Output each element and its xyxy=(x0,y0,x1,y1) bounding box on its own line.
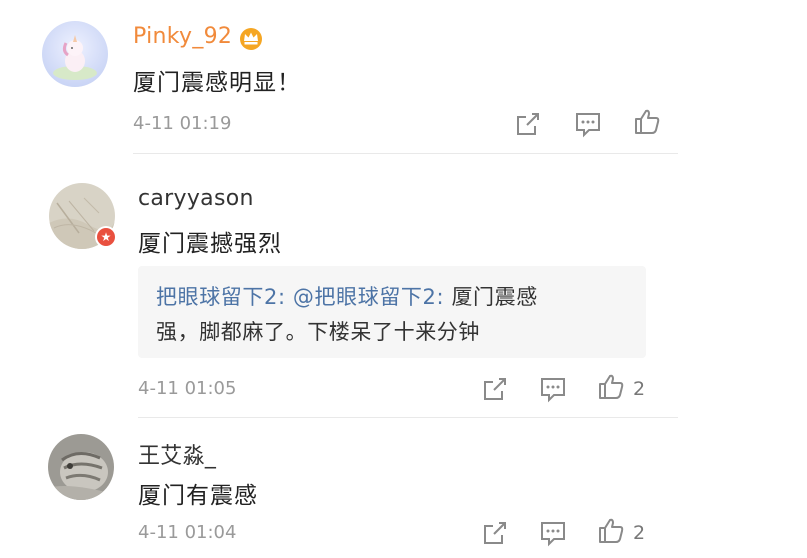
comment-text: 厦门震感明显！ xyxy=(133,70,301,96)
share-icon[interactable] xyxy=(480,518,510,548)
username[interactable]: 王艾淼_ xyxy=(138,438,216,470)
share-icon[interactable] xyxy=(480,374,510,404)
username[interactable]: Pinky_92 xyxy=(133,24,232,49)
comment-time: 4-11 01:04 xyxy=(138,522,237,543)
comment-text: 厦门有震感 xyxy=(138,483,258,509)
comment-text: 厦门震撼强烈 xyxy=(138,231,282,257)
avatar[interactable] xyxy=(48,434,114,500)
quoted-reply[interactable]: 把眼球留下2: @把眼球留下2: 厦门震感 强，脚都麻了。下楼呆了十来分钟 xyxy=(138,266,646,358)
quote-author-link[interactable]: 把眼球留下2: xyxy=(156,285,286,309)
quote-text: 厦门震感 xyxy=(444,285,538,309)
like-icon[interactable] xyxy=(596,516,626,546)
like-count: 2 xyxy=(633,522,646,544)
quote-text-line2: 强，脚都麻了。下楼呆了十来分钟 xyxy=(156,320,480,344)
comment-time: 4-11 01:19 xyxy=(133,113,232,134)
comment-icon[interactable] xyxy=(538,518,568,548)
divider xyxy=(138,417,678,418)
comment-time: 4-11 01:05 xyxy=(138,378,237,399)
like-icon[interactable] xyxy=(632,107,662,137)
vip-crown-icon[interactable] xyxy=(238,26,264,50)
comment-icon[interactable] xyxy=(573,109,603,139)
avatar[interactable] xyxy=(42,21,108,87)
like-icon[interactable] xyxy=(596,372,626,402)
username[interactable]: caryyason xyxy=(138,186,254,211)
verified-badge-icon: ★ xyxy=(95,226,117,248)
mention-link[interactable]: @把眼球留下2: xyxy=(293,285,444,309)
comment-icon[interactable] xyxy=(538,374,568,404)
divider xyxy=(133,153,678,154)
like-count: 2 xyxy=(633,378,646,400)
share-icon[interactable] xyxy=(513,109,543,139)
